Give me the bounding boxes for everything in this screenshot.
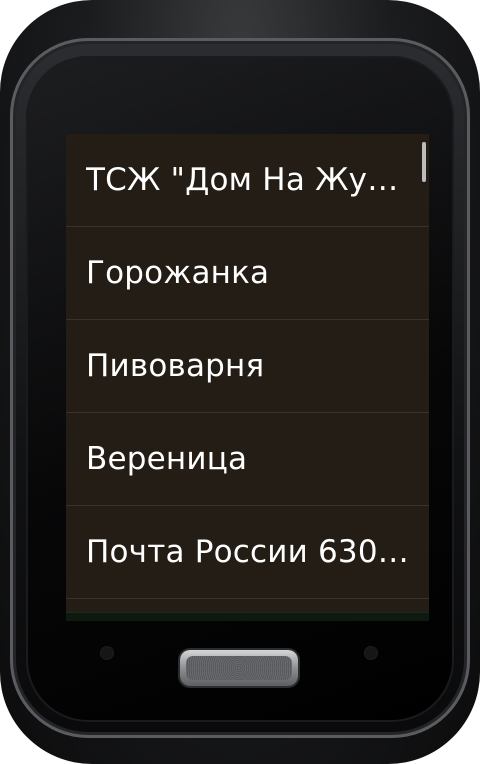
list-item-label: Почта России 6300... (86, 534, 415, 570)
home-button[interactable] (180, 650, 298, 686)
list-item[interactable]: Почта России 6300... (66, 506, 429, 599)
sensor-dot-left (100, 646, 114, 660)
list-item-label: Пивоварня (86, 348, 265, 384)
list-item-label: Вереница (86, 441, 248, 477)
sensor-dot-right (364, 646, 378, 660)
list-item-label: ТСЖ "Дом На Жук... (86, 162, 415, 198)
smartwatch-frame: ТСЖ "Дом На Жук... Горожанка Пивоварня В… (0, 0, 480, 764)
list-item[interactable]: Горожанка (66, 227, 429, 320)
list-item-label: Горожанка (86, 255, 270, 291)
home-button-texture (186, 656, 292, 680)
watch-screen: ТСЖ "Дом На Жук... Горожанка Пивоварня В… (66, 134, 429, 621)
list-item[interactable]: ТСЖ "Дом На Жук... (66, 134, 429, 227)
screen-footer (66, 612, 429, 621)
scrollbar[interactable] (422, 142, 426, 182)
list-item[interactable]: Пивоварня (66, 320, 429, 413)
list-item[interactable]: Вереница (66, 413, 429, 506)
location-list: ТСЖ "Дом На Жук... Горожанка Пивоварня В… (66, 134, 429, 599)
